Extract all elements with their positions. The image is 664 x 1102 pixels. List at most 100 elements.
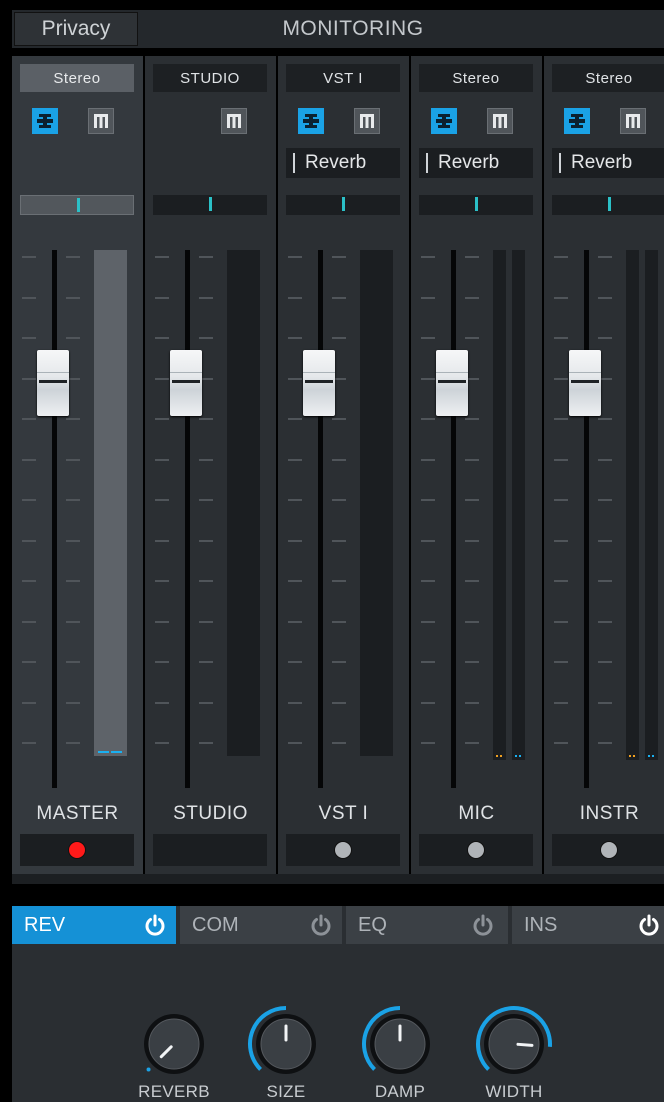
- level-meter: [227, 250, 260, 756]
- tab-eq[interactable]: EQ: [346, 906, 508, 944]
- monitor-button[interactable]: [487, 108, 513, 134]
- channel-strip-studio: STUDIO STUDIO: [145, 56, 276, 874]
- pan-indicator: [77, 198, 80, 212]
- record-button[interactable]: [153, 834, 267, 866]
- tab-label: REV: [24, 914, 66, 936]
- fader-track: [451, 250, 456, 788]
- damp-knob[interactable]: [360, 1004, 440, 1084]
- size-knob[interactable]: [246, 1004, 326, 1084]
- knob-value-arc: [146, 1067, 151, 1072]
- record-button[interactable]: [419, 834, 533, 866]
- level-meter-right: [512, 250, 525, 760]
- link-icon: [436, 114, 452, 128]
- record-button[interactable]: [552, 834, 664, 866]
- monitor-icon: [626, 114, 640, 128]
- output-route-selector[interactable]: Stereo: [20, 64, 134, 92]
- record-button[interactable]: [286, 834, 400, 866]
- insert-slot[interactable]: Reverb: [552, 148, 664, 178]
- monitor-icon: [360, 114, 374, 128]
- pan-control[interactable]: [153, 195, 267, 215]
- pan-control[interactable]: [552, 195, 664, 215]
- fader-scale: [278, 256, 346, 756]
- fader-track: [318, 250, 323, 788]
- volume-fader[interactable]: [569, 350, 601, 416]
- channel-name: MASTER: [36, 803, 119, 824]
- pan-control[interactable]: [20, 195, 134, 215]
- link-button[interactable]: [564, 108, 590, 134]
- record-indicator: [68, 841, 86, 859]
- output-route-selector[interactable]: VST I: [286, 64, 400, 92]
- privacy-button[interactable]: Privacy: [14, 12, 138, 46]
- fader-scale: [544, 256, 612, 756]
- volume-fader[interactable]: [170, 350, 202, 416]
- tab-com[interactable]: COM: [180, 906, 342, 944]
- monitor-button[interactable]: [354, 108, 380, 134]
- effects-panel: REV COM EQ INS REVERB SIZE DAMP WIDTH: [12, 906, 664, 1102]
- fader-scale: [12, 256, 80, 756]
- output-route-selector[interactable]: STUDIO: [153, 64, 267, 92]
- link-icon: [569, 114, 585, 128]
- level-meter-right: [645, 250, 658, 760]
- volume-fader[interactable]: [37, 350, 69, 416]
- damp-knob-label: DAMP: [374, 1082, 426, 1101]
- record-indicator: [467, 841, 485, 859]
- power-icon[interactable]: [472, 914, 494, 936]
- tab-label: INS: [524, 914, 558, 936]
- output-route-selector[interactable]: Stereo: [552, 64, 664, 92]
- size-knob-label: SIZE: [266, 1082, 306, 1101]
- level-meter-left: [626, 250, 639, 760]
- monitor-icon: [227, 114, 241, 128]
- tab-rev[interactable]: REV: [12, 906, 176, 944]
- tab-ins[interactable]: INS: [512, 906, 664, 944]
- channel-strip-vst-i: VST I Reverb VST I: [278, 56, 409, 874]
- monitor-icon: [94, 114, 108, 128]
- width-knob[interactable]: [474, 1004, 554, 1084]
- volume-fader[interactable]: [436, 350, 468, 416]
- link-button[interactable]: [431, 108, 457, 134]
- tab-label: COM: [192, 914, 239, 936]
- insert-slot[interactable]: Reverb: [286, 148, 400, 178]
- power-icon[interactable]: [144, 914, 166, 936]
- top-bar: Privacy MONITORING: [12, 10, 664, 49]
- output-route-selector[interactable]: Stereo: [419, 64, 533, 92]
- record-indicator: [600, 841, 618, 859]
- pan-indicator: [608, 197, 611, 211]
- insert-slot[interactable]: Reverb: [419, 148, 533, 178]
- pan-control[interactable]: [286, 195, 400, 215]
- level-meter-left: [493, 250, 506, 760]
- monitor-button[interactable]: [620, 108, 646, 134]
- link-icon: [303, 114, 319, 128]
- level-meter: [94, 250, 127, 756]
- pan-indicator: [209, 197, 212, 211]
- knob-pointer: [516, 1042, 534, 1047]
- power-icon[interactable]: [638, 914, 660, 936]
- channel-strip-instr: Stereo Reverb INSTR: [544, 56, 664, 874]
- reverb-knob[interactable]: [134, 1004, 214, 1084]
- level-meter: [360, 250, 393, 756]
- reverb-knob-label: REVERB: [138, 1082, 210, 1101]
- pan-control[interactable]: [419, 195, 533, 215]
- fader-scale: [145, 256, 213, 756]
- volume-fader[interactable]: [303, 350, 335, 416]
- width-knob-label: WIDTH: [485, 1082, 543, 1101]
- fader-track: [584, 250, 589, 788]
- channel-name: VST I: [318, 803, 369, 824]
- page-title: MONITORING: [282, 17, 424, 40]
- channel-strip-master: Stereo MASTER: [12, 56, 143, 874]
- channel-name: STUDIO: [173, 803, 248, 824]
- monitor-button[interactable]: [221, 108, 247, 134]
- pan-indicator: [475, 197, 478, 211]
- link-button[interactable]: [298, 108, 324, 134]
- channel-name: INSTR: [579, 803, 640, 824]
- channel-strip-mic: Stereo Reverb MIC: [411, 56, 542, 874]
- record-button[interactable]: [20, 834, 134, 866]
- insert-label: Reverb: [305, 152, 367, 173]
- insert-label: Reverb: [438, 152, 500, 173]
- fader-track: [185, 250, 190, 788]
- record-indicator: [334, 841, 352, 859]
- power-icon[interactable]: [310, 914, 332, 936]
- monitor-button[interactable]: [88, 108, 114, 134]
- link-button[interactable]: [32, 108, 58, 134]
- channel-name: MIC: [458, 803, 495, 824]
- link-icon: [37, 114, 53, 128]
